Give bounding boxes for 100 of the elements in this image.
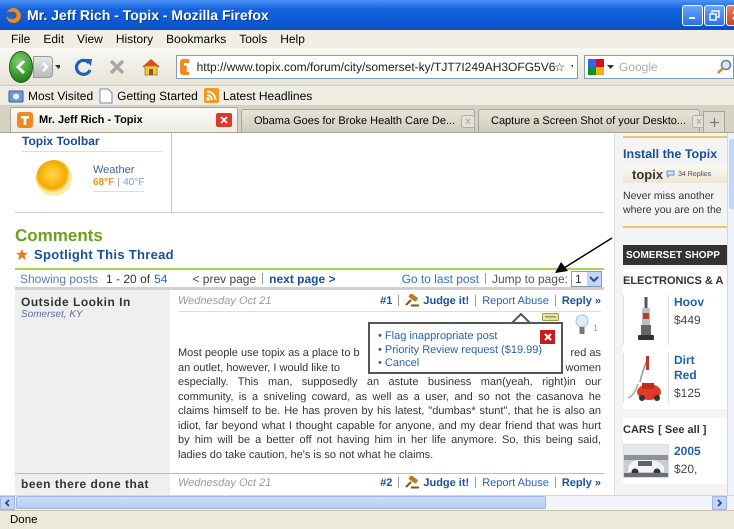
comments-heading: Comments: [15, 226, 104, 246]
bookmark-link[interactable]: Getting Started: [117, 88, 198, 102]
author-name[interactable]: Outside Lookin In: [21, 295, 164, 309]
caret-icon[interactable]: [607, 64, 614, 68]
close-button[interactable]: [540, 330, 555, 344]
menu-item[interactable]: History: [110, 31, 160, 47]
judge-link[interactable]: Judge it!: [423, 476, 470, 488]
post-date: Wednesday Oct 21: [178, 476, 272, 488]
star-icon: [15, 248, 29, 261]
category-heading: CARS: [623, 424, 654, 436]
browser-tab[interactable]: Mr. Jeff Rich - Topix: [10, 107, 238, 132]
new-tab-button[interactable]: [703, 111, 725, 132]
total-posts-link[interactable]: 54: [154, 272, 168, 286]
chat-icon: [666, 170, 676, 178]
product-link[interactable]: 2005: [674, 444, 701, 459]
section-heading[interactable]: Topix Toolbar: [22, 133, 163, 152]
browser-tab[interactable]: Obama Goes for Broke Health Care De...: [241, 109, 475, 132]
reload-button[interactable]: [74, 56, 94, 76]
product-link[interactable]: Hoov: [674, 295, 704, 310]
search-field[interactable]: Google: [584, 54, 734, 78]
restore-icon[interactable]: [709, 10, 720, 20]
post-text: women: [566, 360, 601, 375]
menu-item[interactable]: Bookmarks: [160, 31, 232, 47]
scrollbar-thumb[interactable]: [16, 496, 546, 509]
close-tab-icon[interactable]: [216, 113, 232, 127]
install-heading[interactable]: Install the Topix: [623, 147, 727, 161]
page-select[interactable]: 1: [571, 270, 602, 286]
gavel-icon[interactable]: [405, 294, 420, 307]
scroll-right-button[interactable]: [712, 496, 727, 510]
next-page-link[interactable]: next page >: [269, 272, 336, 286]
bookmark-link[interactable]: Latest Headlines: [222, 88, 312, 102]
maximize-button[interactable]: [704, 4, 725, 26]
close-icon[interactable]: [544, 333, 552, 341]
post-text: by him will be a better off not having him in her life anymore. So, this being said,: [178, 433, 601, 448]
post-text: idiot, far beyond what I thought capable for anyone, and my dear friend that was hurt: [178, 418, 601, 433]
last-post-link[interactable]: Go to last post: [402, 272, 479, 286]
category-heading: ELECTRONICS & A: [623, 275, 724, 287]
see-all-link[interactable]: [ See all ]: [658, 424, 706, 436]
post-text: Most people use topix as a place to b: [178, 346, 360, 360]
author-location: Somerset, KY: [21, 309, 84, 320]
report-menu-item[interactable]: • Flag inappropriate post: [378, 330, 498, 344]
browser-tab[interactable]: Capture a Screen Shot of your Deskto...: [478, 109, 700, 132]
weather-label: Weather: [93, 164, 136, 176]
window-title: Mr. Jeff Rich - Topix - Mozilla Firefox: [27, 7, 270, 23]
menu-item[interactable]: Help: [274, 31, 311, 47]
bookmark-link[interactable]: Most Visited: [28, 88, 94, 102]
post-text: red as: [570, 346, 601, 360]
posts-label: Showing posts: [19, 272, 98, 286]
lightbulb-icon[interactable]: [574, 313, 589, 337]
note-icon[interactable]: [542, 313, 559, 321]
feed-icon: [204, 88, 219, 103]
post-text: an outlet, however, I would like to: [178, 360, 340, 375]
product-price: $449: [674, 313, 702, 327]
promo-text: Never miss another: [623, 190, 716, 204]
gavel-icon[interactable]: [405, 476, 420, 489]
reply-link[interactable]: Reply »: [562, 476, 601, 488]
prev-page-link[interactable]: < prev page: [192, 272, 256, 286]
menu-item[interactable]: View: [71, 31, 109, 47]
search-icon[interactable]: [716, 58, 732, 74]
product-thumbnail[interactable]: [623, 444, 669, 478]
post-date: Wednesday Oct 21: [178, 294, 272, 306]
scroll-left-button[interactable]: [0, 496, 15, 510]
menu-item[interactable]: File: [5, 31, 36, 47]
posts-range: 1 - 20 of: [106, 272, 150, 286]
product-link[interactable]: Dirt: [674, 353, 701, 368]
like-count: 1: [592, 323, 598, 333]
site-icon: [17, 112, 33, 128]
caret-icon[interactable]: [54, 64, 60, 68]
vertical-scrollbar[interactable]: [727, 133, 734, 495]
report-abuse-link[interactable]: Report Abuse: [482, 294, 549, 306]
judge-link[interactable]: Judge it!: [423, 294, 470, 306]
jump-label: Jump to page:: [492, 272, 568, 286]
home-button[interactable]: [140, 56, 162, 76]
post-number-link[interactable]: #2: [380, 476, 392, 488]
product-link[interactable]: Red: [674, 368, 701, 383]
report-menu-item[interactable]: • Priority Review request ($19.99): [378, 344, 542, 357]
product-price: $20,: [674, 462, 698, 476]
back-button[interactable]: [9, 50, 34, 82]
menu-item[interactable]: Tools: [233, 31, 274, 47]
report-abuse-link[interactable]: Report Abuse: [482, 476, 549, 488]
page-icon: [99, 88, 114, 104]
folder-icon: [8, 88, 24, 103]
plus-icon[interactable]: [710, 118, 718, 126]
shopping-heading: SOMERSET SHOPP: [623, 245, 727, 265]
address-field[interactable]: http://www.topix.com/forum/city/somerset-ky/TJT7I249AH3OFG5V6: [176, 54, 578, 78]
status-text: Done: [10, 514, 38, 526]
site-icon: [179, 58, 189, 76]
post-number-link[interactable]: #1: [380, 294, 392, 306]
minimize-button[interactable]: [682, 4, 703, 26]
search-engine-icon[interactable]: [588, 58, 604, 74]
low-temperature: 40°F: [123, 177, 144, 188]
menu-item[interactable]: Edit: [37, 31, 70, 47]
sun-icon: [35, 159, 73, 197]
post-text: claims himself to be. He has proven by his latest, "dumbas* stunt", that he is also an: [178, 404, 601, 418]
report-menu-item[interactable]: • Cancel: [378, 357, 420, 370]
high-temperature: 68°F: [93, 177, 114, 188]
spotlight-link[interactable]: Spotlight This Thread: [34, 247, 174, 262]
toolbar-logo: topix: [632, 166, 664, 182]
reply-link[interactable]: Reply »: [562, 294, 601, 306]
post-text: ladies do take caution, he's is so not what he claims.: [178, 448, 434, 460]
